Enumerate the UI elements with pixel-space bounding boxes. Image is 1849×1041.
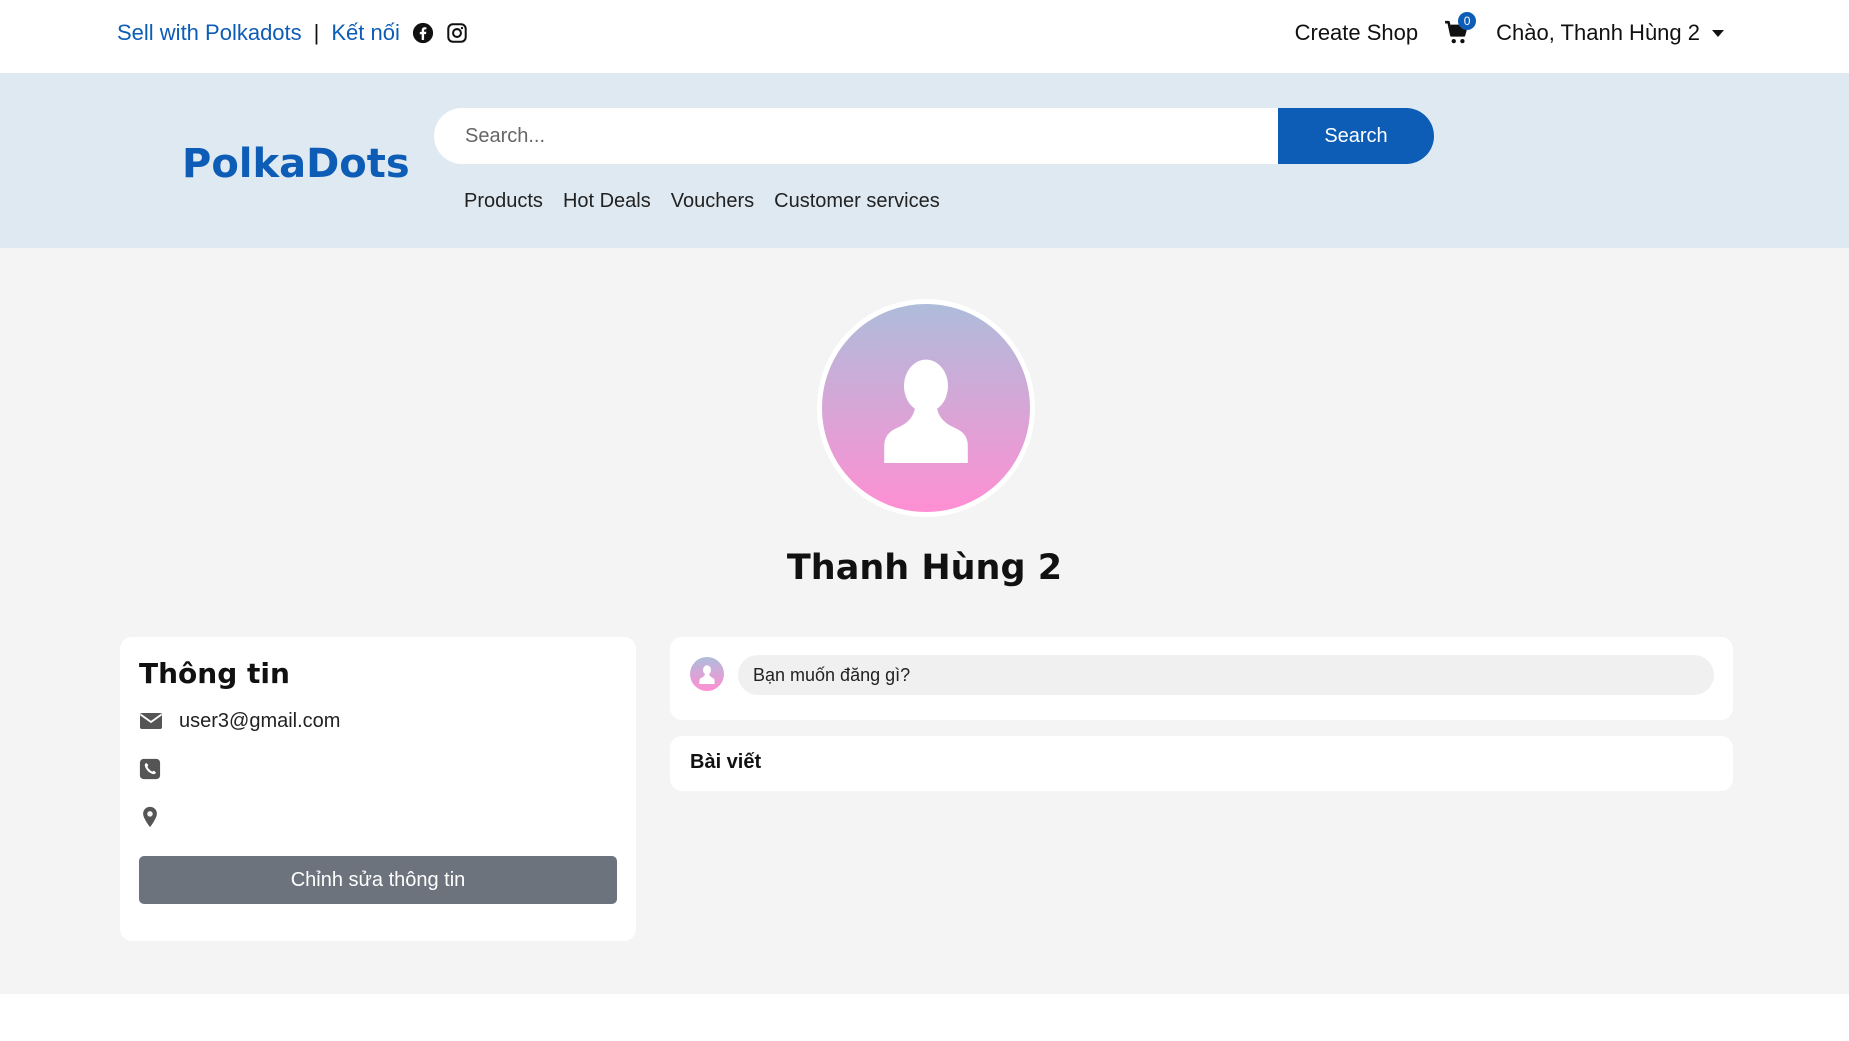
info-card-title: Thông tin xyxy=(139,657,290,690)
info-card: Thông tin user3@gmail.com Chỉnh sửa thôn… xyxy=(120,637,636,941)
envelope-icon xyxy=(139,709,163,733)
separator: | xyxy=(313,20,320,45)
create-shop-link[interactable]: Create Shop xyxy=(1295,20,1419,46)
email-value: user3@gmail.com xyxy=(179,709,341,732)
top-bar: Sell with Polkadots | Kết nối Create Sho… xyxy=(0,0,1849,73)
composer-avatar xyxy=(690,657,724,691)
profile-page: Thanh Hùng 2 Thông tin user3@gmail.com C… xyxy=(0,248,1849,994)
phone-row xyxy=(139,758,179,782)
facebook-icon[interactable] xyxy=(412,22,434,44)
posts-title: Bài viết xyxy=(690,751,762,773)
search-button[interactable]: Search xyxy=(1278,108,1434,164)
nav-item-hot-deals[interactable]: Hot Deals xyxy=(563,190,651,213)
header: PolkaDots Search Products Hot Deals Vouc… xyxy=(0,73,1849,248)
cart-count-badge: 0 xyxy=(1458,12,1477,30)
site-logo[interactable]: PolkaDots xyxy=(182,141,410,187)
connect-link[interactable]: Kết nối xyxy=(331,20,400,46)
cart-button[interactable]: 0 xyxy=(1444,12,1477,46)
map-pin-icon xyxy=(139,805,163,829)
profile-name: Thanh Hùng 2 xyxy=(786,548,1063,588)
nav-item-customer-services[interactable]: Customer services xyxy=(774,190,940,213)
search-input[interactable] xyxy=(434,108,1278,164)
sell-with-polkadots-link[interactable]: Sell with Polkadots xyxy=(117,20,302,46)
user-silhouette-icon xyxy=(884,359,968,463)
address-row xyxy=(139,805,179,829)
chevron-down-icon xyxy=(1712,29,1724,37)
user-menu[interactable]: Chào, Thanh Hùng 2 xyxy=(1496,20,1724,46)
user-silhouette-icon xyxy=(699,665,715,684)
nav-item-products[interactable]: Products xyxy=(464,190,543,213)
user-greeting: Chào, Thanh Hùng 2 xyxy=(1496,20,1700,45)
main-nav: Products Hot Deals Vouchers Customer ser… xyxy=(464,190,940,213)
top-bar-left: Sell with Polkadots | Kết nối xyxy=(117,20,468,46)
email-row: user3@gmail.com xyxy=(139,709,340,733)
top-bar-right: Create Shop 0 Chào, Thanh Hùng 2 xyxy=(1295,12,1724,46)
instagram-icon[interactable] xyxy=(446,22,468,44)
profile-avatar[interactable] xyxy=(817,299,1035,517)
edit-info-button[interactable]: Chỉnh sửa thông tin xyxy=(139,856,617,904)
post-composer-input[interactable]: Bạn muốn đăng gì? xyxy=(738,655,1714,695)
nav-item-vouchers[interactable]: Vouchers xyxy=(671,190,754,213)
post-composer: Bạn muốn đăng gì? xyxy=(670,637,1733,720)
phone-icon xyxy=(139,758,163,782)
posts-section: Bài viết xyxy=(670,736,1733,791)
search-bar: Search xyxy=(434,108,1434,164)
